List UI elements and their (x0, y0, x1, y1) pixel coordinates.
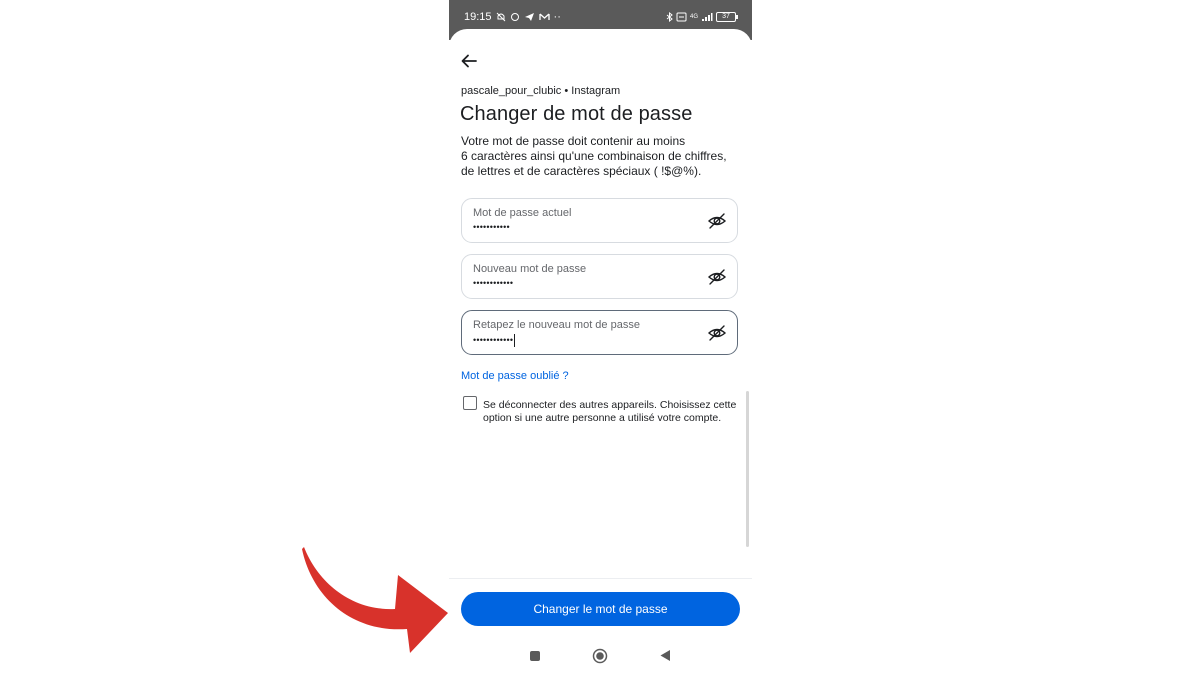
status-time: 19:15 (464, 11, 492, 23)
account-separator: • (561, 85, 572, 97)
current-password-field[interactable]: Mot de passe actuel ••••••••••• (461, 198, 738, 243)
system-nav-bar (449, 639, 752, 675)
triangle-back-icon (660, 650, 670, 661)
signal-icon (702, 13, 713, 21)
status-right: 4G 37 (666, 9, 738, 25)
new-password-label: Nouveau mot de passe (473, 263, 587, 275)
password-requirements: Votre mot de passe doit contenir au moin… (461, 134, 746, 179)
eye-off-icon (707, 269, 727, 285)
logout-other-devices-checkbox[interactable] (463, 396, 477, 410)
bluetooth-icon (666, 12, 673, 22)
requirements-line-1: Votre mot de passe doit contenir au moin… (461, 134, 686, 148)
forgot-password-link[interactable]: Mot de passe oublié ? (461, 370, 569, 382)
account-service: Instagram (571, 85, 621, 97)
confirm-password-field[interactable]: Retapez le nouveau mot de passe ••••••••… (461, 310, 738, 355)
confirm-password-value: •••••••••••• (473, 334, 514, 345)
logout-other-devices-label: Se déconnecter des autres appareils. Cho… (483, 399, 748, 425)
current-password-value: ••••••••••• (473, 222, 510, 232)
eye-off-icon (707, 213, 727, 229)
new-password-value: •••••••••••• (473, 278, 514, 288)
status-left: 19:15 ·· (464, 9, 561, 25)
nav-home-button[interactable] (592, 648, 608, 669)
current-password-label: Mot de passe actuel (473, 207, 572, 219)
send-icon (524, 13, 534, 21)
confirm-password-value-wrap: •••••••••••• (473, 334, 516, 347)
battery-icon: 37 (716, 12, 738, 22)
annotation-arrow (290, 535, 465, 660)
phone-screen: 19:15 ·· 4G 37 pascale_pour_clubic • Ins… (449, 0, 752, 675)
square-icon (530, 651, 540, 661)
requirements-line-2: 6 caractères ainsi qu'une combinaison de… (461, 149, 727, 163)
change-password-button[interactable]: Changer le mot de passe (461, 592, 740, 626)
toggle-confirm-password-button[interactable] (707, 323, 727, 343)
text-caret (514, 334, 516, 347)
nav-back-button[interactable] (659, 649, 671, 667)
back-button[interactable] (459, 51, 479, 71)
circle-icon (592, 648, 608, 664)
status-more-dots: ·· (553, 11, 561, 23)
new-password-field[interactable]: Nouveau mot de passe •••••••••••• (461, 254, 738, 299)
footer-divider (449, 578, 752, 579)
account-line: pascale_pour_clubic • Instagram (461, 85, 620, 97)
mute-icon (496, 12, 505, 22)
scrollbar[interactable] (746, 391, 749, 547)
wifi-icon (676, 12, 687, 22)
notification-icon (510, 13, 519, 21)
requirements-line-3: de lettres et de caractères spéciaux ( !… (461, 164, 702, 178)
confirm-password-label: Retapez le nouveau mot de passe (473, 319, 640, 331)
nav-recents-button[interactable] (529, 649, 541, 667)
red-arrow-icon (302, 547, 448, 653)
change-password-sheet: pascale_pour_clubic • Instagram Changer … (449, 29, 752, 675)
mail-icon (538, 13, 550, 20)
arrow-left-icon (461, 54, 477, 68)
account-username: pascale_pour_clubic (461, 85, 562, 97)
toggle-new-password-button[interactable] (707, 267, 727, 287)
page-title: Changer de mot de passe (460, 103, 693, 125)
logout-text-line-1: Se déconnecter des autres appareils. Cho… (483, 399, 737, 411)
network-type: 4G (689, 14, 698, 20)
eye-off-icon (707, 325, 727, 341)
logout-text-line-2: option si une autre personne a utilisé v… (483, 412, 722, 424)
toggle-current-password-button[interactable] (707, 211, 727, 231)
